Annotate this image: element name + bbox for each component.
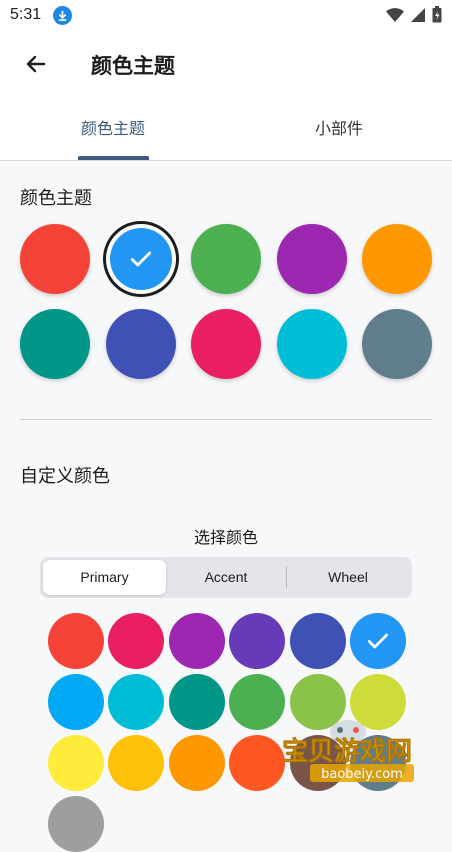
custom-color-swatch[interactable] <box>108 735 165 791</box>
check-icon <box>367 633 389 649</box>
back-button[interactable] <box>16 46 56 86</box>
theme-color-swatch[interactable] <box>20 224 90 294</box>
status-bar: 5:31 <box>0 0 452 32</box>
custom-color-swatch[interactable] <box>168 613 225 669</box>
segment-wheel[interactable]: Wheel <box>287 560 409 595</box>
theme-color-swatch[interactable] <box>191 224 261 294</box>
custom-color-swatch[interactable] <box>48 613 104 669</box>
tab-bar: 颜色主题 小部件 <box>0 100 452 161</box>
custom-color-swatch[interactable] <box>289 613 346 669</box>
app-bar: 颜色主题 <box>0 32 452 100</box>
theme-color-swatch[interactable] <box>362 309 432 379</box>
custom-color-swatch[interactable] <box>168 674 225 730</box>
color-mode-segmented-control: Primary Accent Wheel <box>40 557 412 598</box>
download-icon <box>53 6 72 25</box>
theme-color-swatch[interactable] <box>362 224 432 294</box>
theme-color-swatch[interactable] <box>105 224 176 294</box>
custom-section-title: 自定义颜色 <box>20 466 110 487</box>
custom-color-swatch[interactable] <box>229 613 286 669</box>
section-divider <box>20 419 432 420</box>
battery-icon <box>432 6 442 27</box>
check-icon <box>130 251 151 267</box>
watermark-logo: 宝贝游戏网 baobeiy.com <box>280 712 440 800</box>
status-time: 5:31 <box>10 6 42 23</box>
theme-color-swatch[interactable] <box>276 309 347 379</box>
custom-color-swatch[interactable] <box>108 613 165 669</box>
theme-color-swatch[interactable] <box>191 309 261 379</box>
segment-accent[interactable]: Accent <box>166 560 286 595</box>
page-title: 颜色主题 <box>91 54 175 78</box>
theme-color-swatch[interactable] <box>105 309 176 379</box>
status-icons <box>386 6 442 27</box>
theme-color-swatch[interactable] <box>276 224 347 294</box>
signal-icon <box>410 7 426 27</box>
segment-primary[interactable]: Primary <box>43 560 166 595</box>
tab-color-theme[interactable]: 颜色主题 <box>0 100 226 160</box>
wifi-icon <box>386 7 404 27</box>
custom-color-swatch[interactable] <box>108 674 165 730</box>
svg-text:宝贝游戏网: 宝贝游戏网 <box>282 736 412 767</box>
svg-text:baobeiy.com: baobeiy.com <box>321 767 403 782</box>
theme-section-title: 颜色主题 <box>20 188 92 209</box>
color-picker-label: 选择颜色 <box>193 528 258 547</box>
custom-color-swatch[interactable] <box>48 796 104 852</box>
arrow-left-icon <box>24 52 48 80</box>
custom-color-swatch[interactable] <box>229 674 286 730</box>
custom-color-swatch[interactable] <box>48 735 104 791</box>
custom-color-swatch[interactable] <box>229 735 286 791</box>
tab-widgets[interactable]: 小部件 <box>226 100 452 160</box>
custom-color-swatch[interactable] <box>48 674 104 730</box>
tab-indicator <box>78 156 149 160</box>
custom-color-swatch[interactable] <box>168 735 225 791</box>
custom-color-swatch[interactable] <box>350 613 406 669</box>
theme-color-swatch[interactable] <box>20 309 90 379</box>
